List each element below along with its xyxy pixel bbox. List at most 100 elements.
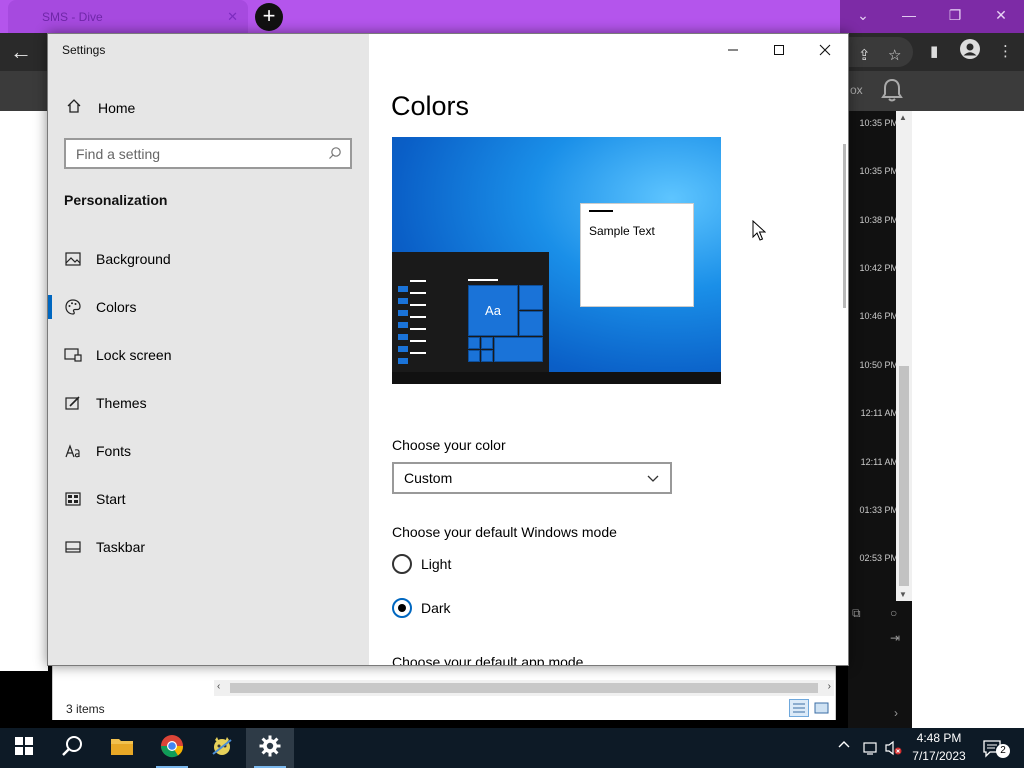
nav-item-start[interactable]: Start — [48, 483, 369, 515]
settings-gear-icon — [259, 735, 281, 762]
tab-close-icon[interactable]: ✕ — [227, 9, 238, 25]
timestamp: 12:11 AM — [860, 408, 898, 418]
details-view-icon[interactable] — [789, 699, 809, 717]
minimize-browser-button[interactable]: — — [886, 0, 932, 33]
search-icon — [61, 735, 83, 762]
content-scrollbar[interactable] — [843, 144, 846, 308]
preview-sample-titlebar — [589, 210, 613, 212]
tab-search-button[interactable]: ⌄ — [840, 0, 886, 33]
browser-menu-icon[interactable]: ⋮ — [998, 42, 1013, 60]
picture-icon — [64, 251, 82, 267]
clock-time[interactable]: 4:48 PM — [900, 731, 978, 745]
choose-color-label: Choose your color — [392, 437, 506, 453]
timestamp: 10:35 PM — [859, 118, 898, 128]
timestamp: 10:38 PM — [859, 215, 898, 225]
scroll-left-icon[interactable]: ‹ — [217, 681, 220, 692]
new-tab-button[interactable]: + — [255, 3, 283, 31]
bookmark-star-icon[interactable]: ☆ — [888, 46, 901, 64]
preview-menu-tile — [398, 334, 408, 340]
preview-sample-window: Sample Text — [580, 203, 694, 307]
search-icon[interactable] — [328, 146, 342, 165]
radio-circle[interactable] — [392, 554, 412, 574]
settings-nav-pane: Settings Home Find a setting Personaliza… — [48, 34, 369, 665]
side-panel-icon[interactable]: ▮ — [930, 42, 938, 60]
taskbar-icon — [64, 539, 82, 555]
nav-item-colors[interactable]: Colors — [48, 291, 369, 323]
large-icons-view-icon[interactable] — [812, 699, 832, 717]
preview-menu-line — [410, 340, 426, 342]
preview-menu-line — [410, 352, 426, 354]
taskbar-settings[interactable] — [246, 728, 294, 768]
start-icon — [64, 491, 82, 507]
expand-icon[interactable]: › — [894, 706, 898, 720]
windows-mode-label: Choose your default Windows mode — [392, 524, 617, 540]
back-arrow-icon[interactable]: ← — [10, 39, 32, 65]
nav-item-label: Background — [96, 251, 171, 267]
minimize-button[interactable] — [710, 34, 756, 66]
preview-taskbar — [392, 372, 721, 384]
home-icon — [66, 98, 82, 119]
settings-content-pane: Colors Aa Sample Text Choose your color … — [369, 34, 848, 665]
radio-circle-selected[interactable] — [392, 598, 412, 618]
chrome-tab-strip: SMS - Dive ✕ + ⌄ — ❐ ✕ — [0, 0, 1024, 33]
taskbar-chrome[interactable] — [148, 728, 196, 768]
scrollbar-thumb[interactable] — [230, 683, 818, 693]
network-icon[interactable] — [862, 740, 880, 761]
clock-date[interactable]: 7/17/2023 — [900, 749, 978, 763]
nav-item-label: Taskbar — [96, 539, 146, 555]
preview-tile — [481, 337, 493, 349]
open-external-icon[interactable]: ⧉ — [852, 606, 861, 621]
profile-avatar-icon[interactable] — [960, 39, 980, 63]
scroll-right-icon[interactable]: › — [828, 681, 831, 692]
taskbar-app[interactable] — [198, 728, 246, 768]
chevron-up-icon[interactable] — [838, 738, 850, 752]
close-browser-button[interactable]: ✕ — [978, 0, 1024, 33]
web-header-partial-text: ox — [850, 83, 863, 97]
scroll-up-icon[interactable]: ▲ — [899, 113, 907, 122]
omnibox-end: ⇪ ☆ — [848, 37, 913, 67]
web-scrollbar[interactable]: ▲ ▼ — [896, 111, 912, 601]
horizontal-scrollbar[interactable]: ‹ › — [214, 680, 834, 696]
login-icon[interactable]: ⇥ — [890, 631, 900, 645]
fonts-icon — [64, 443, 82, 459]
find-setting-search-input[interactable]: Find a setting — [64, 138, 352, 169]
nav-item-background[interactable]: Background — [48, 243, 369, 275]
color-preview: Aa Sample Text — [392, 137, 721, 384]
taskbar-search-button[interactable] — [48, 728, 96, 768]
radio-light[interactable]: Light — [392, 554, 451, 574]
choose-color-dropdown[interactable]: Custom — [392, 462, 672, 494]
nav-item-taskbar[interactable]: Taskbar — [48, 531, 369, 563]
chrome-icon — [160, 734, 184, 763]
bell-icon[interactable] — [880, 77, 904, 105]
app-icon — [210, 734, 234, 763]
close-button[interactable] — [802, 34, 848, 66]
maximize-button[interactable] — [756, 34, 802, 66]
restore-browser-button[interactable]: ❐ — [932, 0, 978, 33]
preview-tile — [519, 285, 543, 310]
palette-icon — [64, 299, 82, 315]
nav-home[interactable]: Home — [48, 94, 369, 122]
scroll-down-icon[interactable]: ▼ — [899, 590, 907, 599]
scrollbar-thumb[interactable] — [899, 366, 909, 586]
timestamp: 10:46 PM — [859, 311, 898, 321]
dropdown-value: Custom — [404, 470, 453, 486]
section-heading: Personalization — [64, 192, 168, 208]
chevron-down-icon — [646, 471, 660, 488]
browser-tab[interactable]: SMS - Dive ✕ — [8, 0, 248, 33]
nav-item-label: Start — [96, 491, 126, 507]
lock-screen-icon — [64, 347, 82, 363]
taskbar-file-explorer[interactable] — [98, 728, 146, 768]
preview-menu-line — [410, 304, 426, 306]
share-icon[interactable]: ⇪ — [858, 46, 871, 64]
preview-menu-tile — [398, 298, 408, 304]
windows-taskbar — [0, 728, 1024, 768]
nav-item-lock-screen[interactable]: Lock screen — [48, 339, 369, 371]
nav-item-fonts[interactable]: Fonts — [48, 435, 369, 467]
preview-tile-large: Aa — [468, 285, 518, 336]
preview-menu-tile — [398, 322, 408, 328]
preview-menu-line — [410, 292, 426, 294]
nav-item-themes[interactable]: Themes — [48, 387, 369, 419]
settings-window: Settings Home Find a setting Personaliza… — [47, 33, 849, 666]
windows-start-button[interactable] — [0, 728, 48, 768]
radio-dark[interactable]: Dark — [392, 598, 451, 618]
